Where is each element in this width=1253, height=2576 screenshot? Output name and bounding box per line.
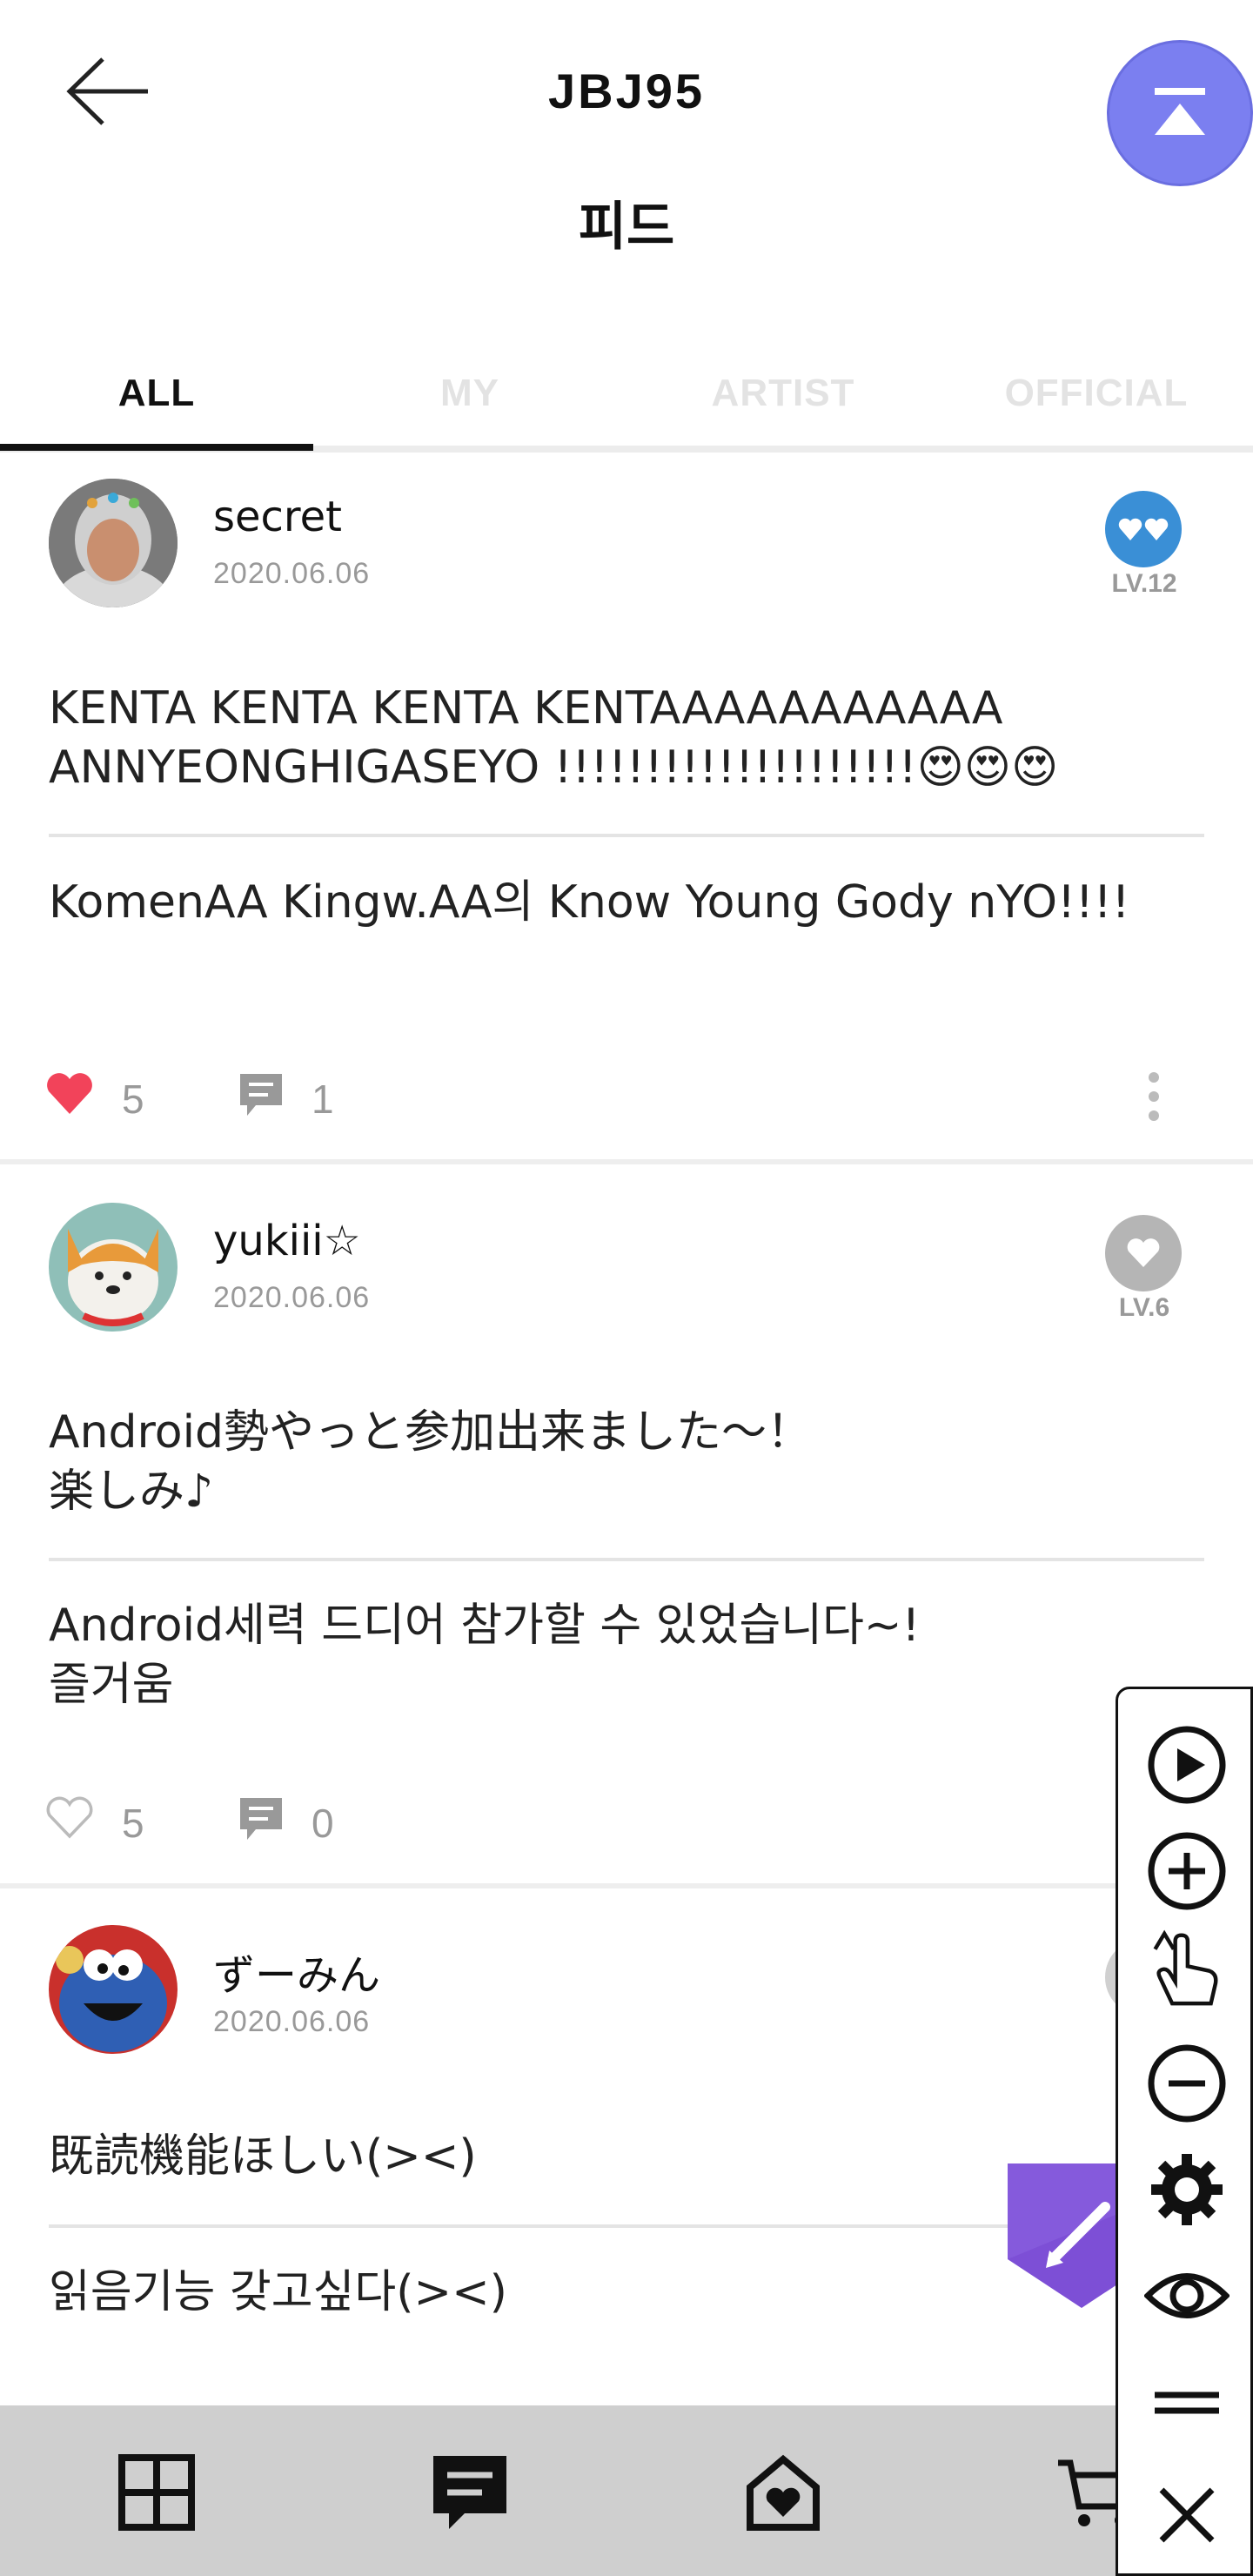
post-date: 2020.06.06 [213, 557, 371, 590]
heart-outline-icon[interactable] [45, 1796, 94, 1840]
avatar[interactable] [49, 1925, 178, 2054]
avatar[interactable] [49, 479, 178, 607]
user-photo [49, 1203, 178, 1332]
touch-icon[interactable] [1144, 1926, 1230, 2011]
eye-icon[interactable] [1144, 2253, 1230, 2338]
heart-icon [1127, 1238, 1160, 1267]
like-count: 5 [122, 1801, 144, 1846]
level-label: LV.6 [1118, 1293, 1170, 1322]
post-date: 2020.06.06 [213, 2005, 371, 2038]
user-photo [49, 1925, 178, 2054]
post-date: 2020.06.06 [213, 1281, 371, 1314]
translation-divider [49, 834, 1204, 837]
play-icon[interactable] [1144, 1722, 1230, 1808]
nav-grid[interactable] [113, 2449, 200, 2536]
post-separator [0, 1159, 1253, 1164]
post-original-text: KENTA KENTA KENTA KENTAAAAAAAAAAA ANNYEO… [49, 682, 1059, 794]
page-subtitle: 피드 [578, 197, 675, 258]
nav-home[interactable] [740, 2449, 827, 2536]
settings-icon[interactable] [1144, 2147, 1230, 2232]
tab-artist[interactable]: ARTIST [626, 334, 940, 453]
username[interactable]: secret [213, 493, 342, 541]
bottom-navigation [0, 2405, 1253, 2576]
nav-feed[interactable] [426, 2449, 513, 2536]
double-heart-icon [1118, 518, 1169, 540]
comment-icon[interactable] [237, 1070, 285, 1119]
scroll-to-top-icon [1155, 88, 1205, 135]
scroll-to-top-button[interactable] [1107, 40, 1253, 186]
post-translated-text: Android세력 드디어 참가할 수 있었습니다~! 즐거움 [49, 1600, 921, 1711]
level-badge [1105, 491, 1182, 567]
username[interactable]: yukiii☆ [213, 1217, 361, 1265]
post-separator [0, 1883, 1253, 1888]
tab-my[interactable]: MY [313, 334, 626, 453]
page-title: JBJ95 [547, 64, 706, 118]
menu-icon[interactable] [1144, 2368, 1230, 2453]
header: JBJ95 피드 [0, 0, 1253, 331]
post-original-text: Android勢やっと参加出来ました～！ 楽しみ♪ [49, 1406, 813, 1518]
grid-icon [118, 2454, 195, 2531]
user-photo [49, 479, 178, 607]
comment-count: 0 [312, 1801, 334, 1846]
feed-tabs: ALL MY ARTIST OFFICIAL [0, 334, 1253, 453]
tab-all[interactable]: ALL [0, 334, 313, 453]
level-badge [1105, 1215, 1182, 1291]
username[interactable]: ずーみん [213, 1941, 380, 2002]
level-label: LV.12 [1111, 569, 1177, 598]
close-icon[interactable] [1144, 2472, 1230, 2558]
like-count: 5 [122, 1077, 144, 1122]
zoom-in-icon[interactable] [1144, 1828, 1230, 1914]
heart-icon[interactable] [45, 1072, 94, 1116]
avatar[interactable] [49, 1203, 178, 1332]
tab-official[interactable]: OFFICIAL [940, 334, 1253, 453]
feed-icon [433, 2456, 506, 2529]
translation-divider [49, 1558, 1204, 1561]
comment-icon[interactable] [237, 1794, 285, 1843]
comment-count: 1 [312, 1077, 334, 1122]
accessibility-tool-panel [1116, 1687, 1253, 2576]
post-translated-text: KomenAA Kingw.AA의 Know Young Gody nYO!!!… [49, 876, 1130, 929]
more-vertical-icon[interactable] [1147, 1072, 1161, 1121]
active-tab-indicator [0, 444, 313, 451]
zoom-out-icon[interactable] [1144, 2041, 1230, 2126]
home-heart-icon [747, 2454, 820, 2531]
